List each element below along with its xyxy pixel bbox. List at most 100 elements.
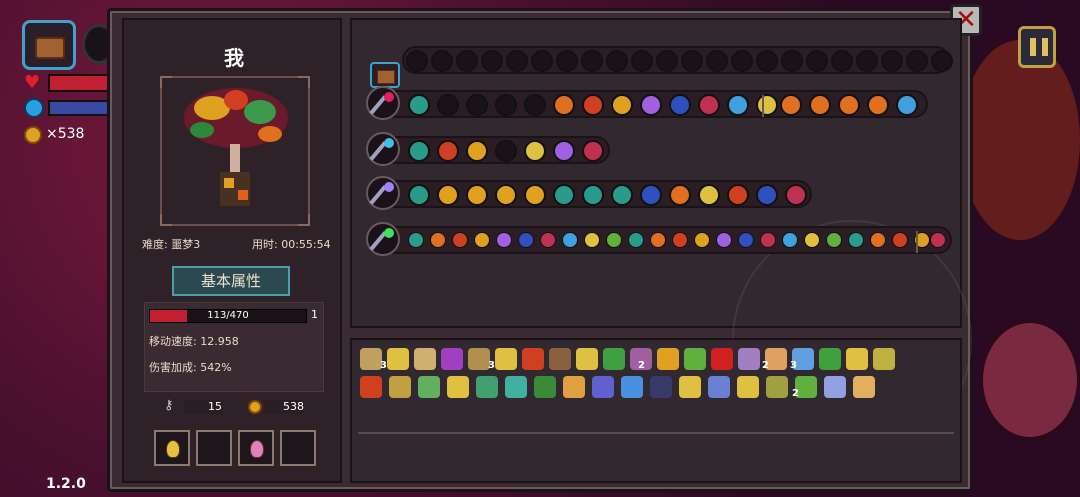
spell-gem-icon[interactable] xyxy=(640,94,662,116)
inventory-item-icon[interactable] xyxy=(387,348,409,370)
inventory-item-icon[interactable] xyxy=(441,348,463,370)
pause-button[interactable] xyxy=(1018,26,1056,68)
spell-gem-icon[interactable] xyxy=(809,94,831,116)
empty-spell-slot[interactable] xyxy=(431,50,453,72)
spell-gem-icon[interactable] xyxy=(430,232,446,248)
inventory-item-icon[interactable] xyxy=(534,376,556,398)
empty-spell-slot[interactable] xyxy=(437,94,459,116)
empty-spell-slot[interactable] xyxy=(906,50,928,72)
spell-gem-icon[interactable] xyxy=(437,184,459,206)
empty-spell-slot[interactable] xyxy=(806,50,828,72)
inventory-item-icon[interactable] xyxy=(414,348,436,370)
consumable-slot-3[interactable] xyxy=(238,430,274,466)
inventory-item-icon[interactable] xyxy=(711,348,733,370)
spell-gem-icon[interactable] xyxy=(474,232,490,248)
spell-gem-icon[interactable] xyxy=(669,184,691,206)
spell-gem-icon[interactable] xyxy=(606,232,622,248)
inventory-item-icon[interactable] xyxy=(495,348,517,370)
inventory-item-icon[interactable] xyxy=(737,376,759,398)
inventory-item-icon[interactable] xyxy=(679,376,701,398)
spell-gem-icon[interactable] xyxy=(553,94,575,116)
spell-gem-icon[interactable] xyxy=(408,184,430,206)
empty-spell-slot[interactable] xyxy=(731,50,753,72)
empty-spell-slot[interactable] xyxy=(831,50,853,72)
inventory-item-icon[interactable] xyxy=(603,348,625,370)
empty-spell-slot[interactable] xyxy=(931,50,953,72)
inventory-item-icon[interactable] xyxy=(846,348,868,370)
inventory-item-icon[interactable] xyxy=(522,348,544,370)
empty-spell-slot[interactable] xyxy=(406,50,428,72)
spell-gem-icon[interactable] xyxy=(584,232,600,248)
inventory-item-icon[interactable] xyxy=(576,348,598,370)
inventory-item-icon[interactable] xyxy=(824,376,846,398)
spell-gem-icon[interactable] xyxy=(408,94,430,116)
spell-gem-icon[interactable] xyxy=(640,184,662,206)
spell-gem-icon[interactable] xyxy=(408,232,424,248)
empty-spell-slot[interactable] xyxy=(466,94,488,116)
spell-gem-icon[interactable] xyxy=(698,184,720,206)
empty-spell-slot[interactable] xyxy=(606,50,628,72)
spell-gem-icon[interactable] xyxy=(437,140,459,162)
weapon-staff-icon[interactable] xyxy=(366,132,400,166)
inventory-item-icon[interactable] xyxy=(621,376,643,398)
spell-gem-icon[interactable] xyxy=(896,94,918,116)
weapon-staff-icon[interactable] xyxy=(366,176,400,210)
spell-gem-icon[interactable] xyxy=(756,184,778,206)
empty-spell-slot[interactable] xyxy=(524,94,546,116)
spell-gem-icon[interactable] xyxy=(756,94,778,116)
empty-spell-slot[interactable] xyxy=(495,94,517,116)
inventory-item-icon[interactable] xyxy=(360,376,382,398)
empty-spell-slot[interactable] xyxy=(681,50,703,72)
spell-gem-icon[interactable] xyxy=(496,232,512,248)
empty-spell-slot[interactable] xyxy=(531,50,553,72)
spell-gem-icon[interactable] xyxy=(650,232,666,248)
spell-gem-icon[interactable] xyxy=(848,232,864,248)
consumable-slot-4[interactable] xyxy=(280,430,316,466)
spell-gem-icon[interactable] xyxy=(672,232,688,248)
spell-gem-icon[interactable] xyxy=(611,94,633,116)
spell-gem-icon[interactable] xyxy=(553,140,575,162)
inventory-item-icon[interactable] xyxy=(447,376,469,398)
spell-gem-icon[interactable] xyxy=(838,94,860,116)
spell-gem-icon[interactable] xyxy=(716,232,732,248)
inventory-item-icon[interactable] xyxy=(505,376,527,398)
inventory-item-icon[interactable] xyxy=(766,376,788,398)
inventory-item-icon[interactable] xyxy=(873,348,895,370)
inventory-item-icon[interactable] xyxy=(389,376,411,398)
inventory-item-icon[interactable] xyxy=(360,348,382,370)
spell-gem-icon[interactable] xyxy=(582,140,604,162)
weapon-staff-icon[interactable] xyxy=(366,86,400,120)
spell-gem-icon[interactable] xyxy=(524,184,546,206)
spell-gem-icon[interactable] xyxy=(867,94,889,116)
inventory-item-icon[interactable] xyxy=(738,348,760,370)
spell-gem-icon[interactable] xyxy=(518,232,534,248)
inventory-item-icon[interactable] xyxy=(708,376,730,398)
spell-gem-icon[interactable] xyxy=(930,232,946,248)
inventory-item-icon[interactable] xyxy=(650,376,672,398)
tab-basic-attributes[interactable]: 基本属性 xyxy=(172,266,290,296)
spell-gem-icon[interactable] xyxy=(628,232,644,248)
inventory-item-icon[interactable] xyxy=(853,376,875,398)
spell-gem-icon[interactable] xyxy=(738,232,754,248)
empty-spell-slot[interactable] xyxy=(856,50,878,72)
empty-spell-slot[interactable] xyxy=(656,50,678,72)
spell-gem-icon[interactable] xyxy=(495,184,517,206)
spell-gem-icon[interactable] xyxy=(698,94,720,116)
inventory-item-icon[interactable] xyxy=(476,376,498,398)
inventory-item-icon[interactable] xyxy=(468,348,490,370)
spell-gem-icon[interactable] xyxy=(553,184,575,206)
inventory-item-icon[interactable] xyxy=(418,376,440,398)
empty-spell-slot[interactable] xyxy=(581,50,603,72)
spell-gem-icon[interactable] xyxy=(727,94,749,116)
spell-gem-icon[interactable] xyxy=(780,94,802,116)
inventory-item-icon[interactable] xyxy=(657,348,679,370)
empty-spell-slot[interactable] xyxy=(556,50,578,72)
weapon-staff-icon[interactable] xyxy=(366,222,400,256)
spell-gem-icon[interactable] xyxy=(408,140,430,162)
spell-gem-icon[interactable] xyxy=(785,184,807,206)
spell-gem-icon[interactable] xyxy=(452,232,468,248)
inventory-item-icon[interactable] xyxy=(563,376,585,398)
empty-spell-slot[interactable] xyxy=(481,50,503,72)
inventory-item-icon[interactable] xyxy=(592,376,614,398)
spell-gem-icon[interactable] xyxy=(562,232,578,248)
